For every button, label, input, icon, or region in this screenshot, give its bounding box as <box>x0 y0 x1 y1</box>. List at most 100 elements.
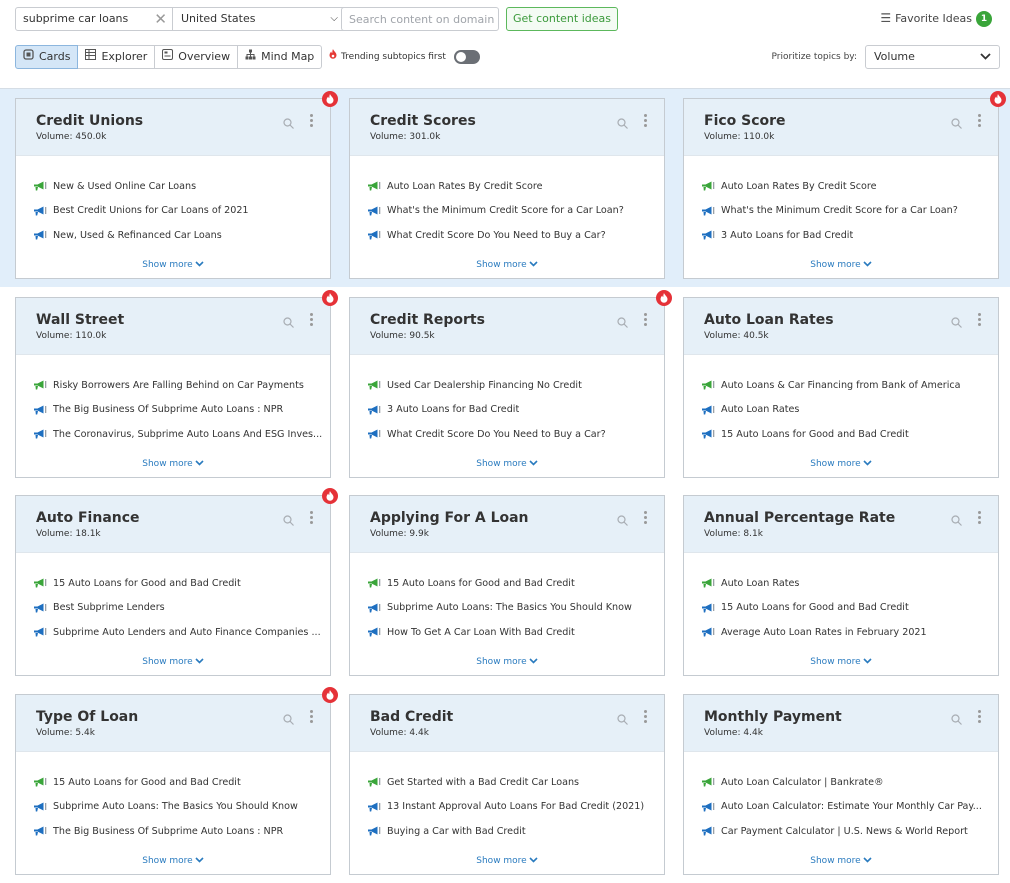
chevron-down-icon <box>195 260 204 269</box>
show-more-link[interactable]: Show more <box>16 657 330 667</box>
idea-item[interactable]: 3 Auto Loans for Bad Credit <box>368 398 664 423</box>
more-options-icon[interactable] <box>644 710 648 725</box>
idea-item[interactable]: Risky Borrowers Are Falling Behind on Ca… <box>34 373 330 398</box>
idea-item[interactable]: 15 Auto Loans for Good and Bad Credit <box>702 422 998 447</box>
megaphone-icon <box>702 181 715 191</box>
idea-item[interactable]: Auto Loans & Car Financing from Bank of … <box>702 373 998 398</box>
megaphone-icon <box>702 405 715 415</box>
idea-item[interactable]: Auto Loan Rates By Credit Score <box>702 174 998 199</box>
trending-toggle[interactable] <box>453 50 480 64</box>
idea-item[interactable]: 15 Auto Loans for Good and Bad Credit <box>702 596 998 621</box>
idea-item[interactable]: Subprime Auto Loans: The Basics You Shou… <box>34 795 330 820</box>
topic-card: Credit Reports Volume: 90.5k Used Car De… <box>349 290 672 478</box>
tab-explorer[interactable]: Explorer <box>77 45 156 69</box>
show-more-link[interactable]: Show more <box>684 657 998 667</box>
megaphone-icon <box>702 802 715 812</box>
idea-item[interactable]: 15 Auto Loans for Good and Bad Credit <box>34 571 330 596</box>
idea-item[interactable]: What's the Minimum Credit Score for a Ca… <box>368 199 664 224</box>
more-options-icon[interactable] <box>310 710 314 725</box>
idea-item[interactable]: Best Credit Unions for Car Loans of 2021 <box>34 199 330 224</box>
search-icon[interactable] <box>617 511 628 530</box>
show-more-link[interactable]: Show more <box>16 260 330 270</box>
tab-mind-map[interactable]: Mind Map <box>237 45 323 69</box>
idea-item[interactable]: The Coronavirus, Subprime Auto Loans And… <box>34 422 330 447</box>
more-options-icon[interactable] <box>978 313 982 328</box>
show-more-link[interactable]: Show more <box>684 856 998 866</box>
idea-item[interactable]: The Big Business Of Subprime Auto Loans … <box>34 398 330 423</box>
idea-item[interactable]: Subprime Auto Lenders and Auto Finance C… <box>34 620 330 645</box>
domain-search-input[interactable] <box>341 7 499 31</box>
card-header: Credit Scores Volume: 301.0k <box>350 99 664 156</box>
idea-item[interactable]: Best Subprime Lenders <box>34 596 330 621</box>
show-more-link[interactable]: Show more <box>350 260 664 270</box>
idea-item[interactable]: Buying a Car with Bad Credit <box>368 819 664 844</box>
search-icon[interactable] <box>951 710 962 729</box>
megaphone-icon <box>368 578 381 588</box>
more-options-icon[interactable] <box>644 313 648 328</box>
idea-title: What's the Minimum Credit Score for a Ca… <box>721 205 958 217</box>
flame-icon <box>326 94 334 104</box>
idea-item[interactable]: Car Payment Calculator | U.S. News & Wor… <box>702 819 998 844</box>
show-more-link[interactable]: Show more <box>684 260 998 270</box>
prioritize-select[interactable]: Volume <box>865 45 1000 69</box>
tab-overview[interactable]: Overview <box>154 45 239 69</box>
card-volume: Volume: 90.5k <box>370 331 435 341</box>
idea-item[interactable]: Used Car Dealership Financing No Credit <box>368 373 664 398</box>
country-select[interactable]: United States ⌵ <box>172 7 347 31</box>
idea-item[interactable]: Average Auto Loan Rates in February 2021 <box>702 620 998 645</box>
search-icon[interactable] <box>283 114 294 133</box>
show-more-link[interactable]: Show more <box>350 856 664 866</box>
idea-item[interactable]: New & Used Online Car Loans <box>34 174 330 199</box>
search-icon[interactable] <box>951 114 962 133</box>
search-icon[interactable] <box>951 511 962 530</box>
idea-item[interactable]: What Credit Score Do You Need to Buy a C… <box>368 422 664 447</box>
search-icon[interactable] <box>617 313 628 332</box>
more-options-icon[interactable] <box>644 511 648 526</box>
idea-item[interactable]: Auto Loan Calculator | Bankrate® <box>702 770 998 795</box>
search-icon[interactable] <box>951 313 962 332</box>
more-options-icon[interactable] <box>310 114 314 129</box>
idea-item[interactable]: How To Get A Car Loan With Bad Credit <box>368 620 664 645</box>
idea-item[interactable]: Auto Loan Rates <box>702 398 998 423</box>
idea-item[interactable]: Auto Loan Rates By Credit Score <box>368 174 664 199</box>
show-more-link[interactable]: Show more <box>350 657 664 667</box>
idea-title: Buying a Car with Bad Credit <box>387 825 526 837</box>
topic-search-input[interactable]: subprime car loans ✕ <box>15 7 173 31</box>
idea-item[interactable]: 13 Instant Approval Auto Loans For Bad C… <box>368 795 664 820</box>
search-icon[interactable] <box>617 114 628 133</box>
idea-item[interactable]: What Credit Score Do You Need to Buy a C… <box>368 223 664 248</box>
topic-card: Auto Finance Volume: 18.1k 15 Auto Loans… <box>15 488 338 676</box>
idea-item[interactable]: Auto Loan Calculator: Estimate Your Mont… <box>702 795 998 820</box>
idea-item[interactable]: 15 Auto Loans for Good and Bad Credit <box>34 770 330 795</box>
more-options-icon[interactable] <box>978 710 982 725</box>
idea-item[interactable]: Auto Loan Rates <box>702 571 998 596</box>
more-options-icon[interactable] <box>978 114 982 129</box>
search-icon[interactable] <box>283 313 294 332</box>
tab-cards[interactable]: Cards <box>15 45 79 69</box>
idea-item[interactable]: New, Used & Refinanced Car Loans <box>34 223 330 248</box>
idea-item[interactable]: 3 Auto Loans for Bad Credit <box>702 223 998 248</box>
more-options-icon[interactable] <box>644 114 648 129</box>
show-more-link[interactable]: Show more <box>350 459 664 469</box>
idea-item[interactable]: Get Started with a Bad Credit Car Loans <box>368 770 664 795</box>
megaphone-icon <box>368 777 381 787</box>
more-options-icon[interactable] <box>978 511 982 526</box>
show-more-link[interactable]: Show more <box>16 856 330 866</box>
more-options-icon[interactable] <box>310 511 314 526</box>
favorite-ideas-link[interactable]: ☰ Favorite Ideas 1 <box>880 7 992 31</box>
show-more-link[interactable]: Show more <box>16 459 330 469</box>
idea-item[interactable]: What's the Minimum Credit Score for a Ca… <box>702 199 998 224</box>
search-icon[interactable] <box>283 511 294 530</box>
idea-item[interactable]: Subprime Auto Loans: The Basics You Shou… <box>368 596 664 621</box>
more-options-icon[interactable] <box>310 313 314 328</box>
idea-item[interactable]: 15 Auto Loans for Good and Bad Credit <box>368 571 664 596</box>
megaphone-icon <box>368 230 381 240</box>
card-header: Fico Score Volume: 110.0k <box>684 99 998 156</box>
search-icon[interactable] <box>617 710 628 729</box>
get-content-ideas-button[interactable]: Get content ideas <box>506 7 618 31</box>
megaphone-icon <box>368 826 381 836</box>
idea-item[interactable]: The Big Business Of Subprime Auto Loans … <box>34 819 330 844</box>
search-icon[interactable] <box>283 710 294 729</box>
show-more-link[interactable]: Show more <box>684 459 998 469</box>
clear-icon[interactable]: ✕ <box>154 8 167 30</box>
